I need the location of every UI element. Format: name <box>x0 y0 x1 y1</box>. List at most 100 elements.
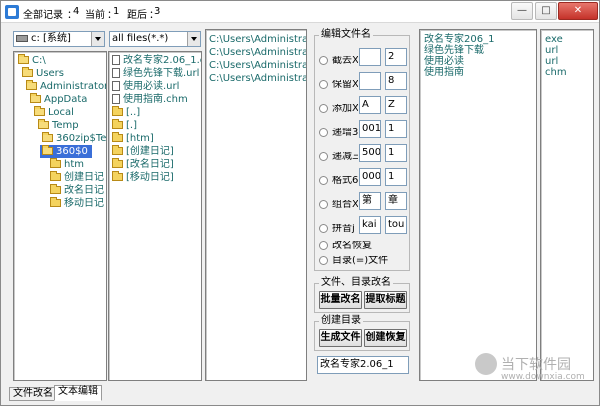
tree-item[interactable]: C:\ <box>18 54 46 66</box>
tree-item[interactable]: Local <box>34 106 74 118</box>
combine-suffix-input[interactable]: 章 <box>385 192 407 210</box>
tree-item[interactable]: 移动日记 <box>50 197 104 209</box>
radio-rename-restore[interactable] <box>319 241 328 250</box>
folder-open-icon <box>34 106 45 116</box>
path-item[interactable]: C:\Users\Administrator\ <box>209 34 306 45</box>
filter-select[interactable]: all files(*.*) <box>109 31 201 47</box>
current-label: 当前 <box>85 10 105 21</box>
add-suffix-input[interactable]: Z <box>385 96 407 114</box>
radio-keep[interactable] <box>319 80 328 89</box>
create-restore-button[interactable]: 创建恢复 <box>364 329 407 347</box>
radio-combine[interactable] <box>319 200 328 209</box>
radio-decrement[interactable] <box>319 152 328 161</box>
folder-open-icon <box>30 93 41 103</box>
list-item[interactable]: [.] <box>112 119 137 131</box>
after-value: 3 <box>154 6 161 17</box>
tree-item[interactable]: Temp <box>38 119 79 131</box>
batch-rename-button[interactable]: 批量改名 <box>319 291 362 309</box>
radio-dir-file[interactable] <box>319 256 328 265</box>
maximize-button[interactable]: □ <box>535 2 557 20</box>
close-button[interactable]: ✕ <box>558 2 598 20</box>
path-list[interactable]: C:\Users\Administrator\ C:\Users\Adminis… <box>205 29 307 381</box>
list-item[interactable]: [改名日记] <box>112 158 174 170</box>
radio-format[interactable] <box>319 176 328 185</box>
list-item[interactable]: 使用必读.url <box>112 81 179 92</box>
tree-item[interactable]: htm <box>50 158 84 170</box>
tree-item[interactable]: Administrator <box>26 80 106 92</box>
path-item[interactable]: C:\Users\Administrator\ <box>209 47 306 58</box>
new-name-item[interactable]: 使用必读 <box>424 56 464 67</box>
list-item[interactable]: 绿色先锋下载.url <box>112 68 199 79</box>
extension-item[interactable]: url <box>545 56 558 67</box>
radio-pinyin[interactable] <box>319 224 328 233</box>
tree-item[interactable]: 改名日记 <box>50 184 104 196</box>
chevron-down-icon[interactable] <box>91 32 104 46</box>
after-label: 距后 <box>127 10 147 21</box>
folder-icon <box>112 132 123 142</box>
extension-item[interactable]: chm <box>545 67 567 78</box>
generate-file-button[interactable]: 生成文件 <box>319 329 362 347</box>
tree-item-selected[interactable]: 360$0 <box>40 145 92 158</box>
truncate-count-input[interactable]: 2 <box>385 48 407 66</box>
tree-item[interactable]: 创建日记 <box>50 171 104 183</box>
list-item[interactable]: [移动日记] <box>112 171 174 183</box>
tree-item[interactable]: 360zip$Tem <box>42 132 106 144</box>
path-item[interactable]: C:\Users\Administrator\ <box>209 60 306 71</box>
radio-increment[interactable] <box>319 128 328 137</box>
decrement-start-input[interactable]: 500 <box>359 144 381 162</box>
new-name-item[interactable]: 使用指南 <box>424 67 464 78</box>
extension-item[interactable]: url <box>545 45 558 56</box>
tab-text-edit[interactable]: 文本编辑 <box>54 385 102 401</box>
list-item[interactable]: [htm] <box>112 132 154 144</box>
list-item[interactable]: 改名专家2.06_1.e <box>112 55 201 66</box>
truncate-start-input[interactable] <box>359 48 381 66</box>
new-name-item[interactable]: 绿色先锋下载 <box>424 45 484 56</box>
edit-filename-title: 编辑文件名 <box>319 29 373 40</box>
extensions-list[interactable]: exe url url chm <box>540 29 594 381</box>
folder-icon <box>50 197 61 207</box>
current-value: 1 <box>113 6 120 17</box>
list-item[interactable]: [创建日记] <box>112 145 174 157</box>
list-item[interactable]: [..] <box>112 106 140 118</box>
tab-file-rename[interactable]: 文件改名 <box>9 387 57 401</box>
keep-count-input[interactable]: 8 <box>385 72 407 90</box>
pinyin-b-input[interactable]: tou <box>385 216 407 234</box>
radio-add[interactable] <box>319 104 328 113</box>
tree-item[interactable]: Users <box>22 67 64 79</box>
folder-icon <box>112 171 123 181</box>
folder-open-icon <box>22 67 33 77</box>
increment-start-input[interactable]: 001 <box>359 120 381 138</box>
minimize-button[interactable]: — <box>511 2 533 20</box>
path-item[interactable]: C:\Users\Administrator\ <box>209 73 306 84</box>
extract-title-button[interactable]: 提取标题 <box>364 291 407 309</box>
watermark-brand: 当下软件园 <box>501 357 571 373</box>
combine-prefix-input[interactable]: 第 <box>359 192 381 210</box>
extension-item[interactable]: exe <box>545 34 563 45</box>
new-name-item[interactable]: 改名专家206_1 <box>424 34 494 45</box>
title-bar: 全部记录 ： 4 当前 ： 1 距后 ： 3 — □ ✕ <box>1 1 599 23</box>
chevron-down-icon[interactable] <box>187 32 200 46</box>
file-list[interactable]: 改名专家2.06_1.e 绿色先锋下载.url 使用必读.url 使用指南.ch… <box>108 51 202 381</box>
format-pattern-input[interactable]: 000 <box>359 168 381 186</box>
folder-icon <box>112 106 123 116</box>
rename-restore-label: 改名恢复 <box>332 241 372 251</box>
add-prefix-input[interactable]: A <box>359 96 381 114</box>
drive-select[interactable]: c: [系统] <box>13 31 105 47</box>
folder-open-icon <box>38 119 49 129</box>
drive-select-value: c: [系统] <box>31 33 71 44</box>
increment-step-input[interactable]: 1 <box>385 120 407 138</box>
radio-truncate[interactable] <box>319 56 328 65</box>
pinyin-a-input[interactable]: kai <box>359 216 381 234</box>
keep-start-input[interactable] <box>359 72 381 90</box>
current-file-name-field[interactable]: 改名专家2.06_1 <box>317 356 409 374</box>
list-item[interactable]: 使用指南.chm <box>112 94 188 105</box>
format-step-input[interactable]: 1 <box>385 168 407 186</box>
main-window: 全部记录 ： 4 当前 ： 1 距后 ： 3 — □ ✕ c: [系统] C:\… <box>0 0 600 406</box>
decrement-step-input[interactable]: 1 <box>385 144 407 162</box>
dir-file-label: 目录(=)文件 <box>332 256 389 266</box>
folder-tree[interactable]: C:\ Users Administrator AppData Local Te… <box>13 51 107 381</box>
drive-icon <box>16 35 28 42</box>
folder-open-icon <box>26 80 37 90</box>
tree-item[interactable]: AppData <box>30 93 87 105</box>
new-names-list[interactable]: 改名专家206_1 绿色先锋下载 使用必读 使用指南 <box>419 29 537 381</box>
